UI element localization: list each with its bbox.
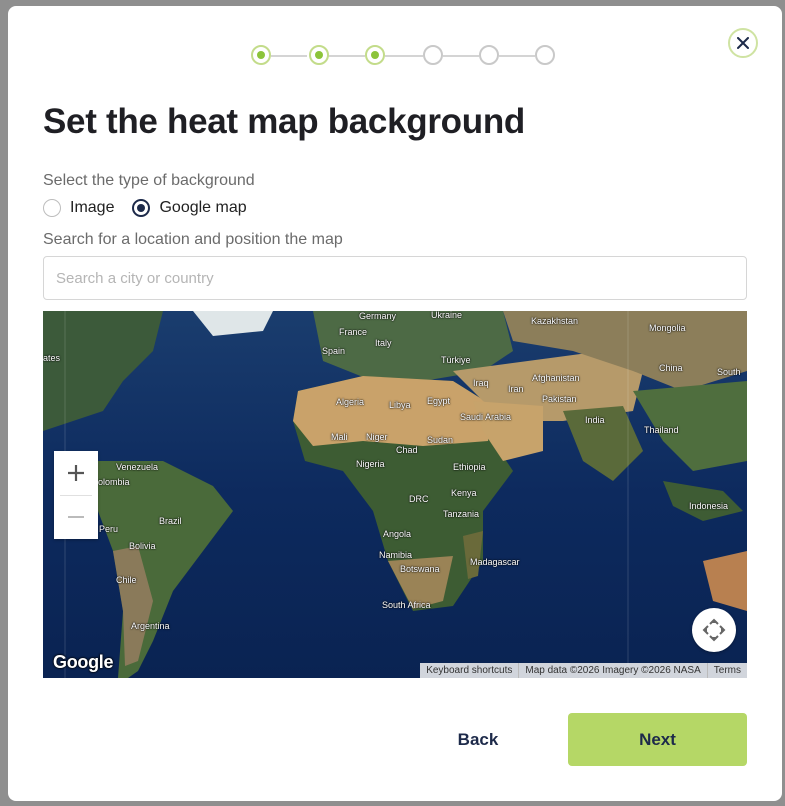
- map-label: Ethiopia: [453, 462, 486, 472]
- map-label: India: [585, 415, 605, 425]
- search-label: Search for a location and position the m…: [43, 231, 343, 248]
- radio-google-map-label[interactable]: Google map: [159, 199, 246, 217]
- zoom-control: [54, 451, 98, 539]
- map-label: Brazil: [159, 516, 182, 526]
- step-connector: [443, 55, 479, 57]
- map-label: Namibia: [379, 550, 413, 560]
- map-label: Venezuela: [116, 462, 159, 472]
- minus-icon: [68, 516, 84, 518]
- map-label: Niger: [366, 432, 388, 442]
- map-label: Argentina: [131, 621, 170, 631]
- close-icon: [737, 37, 749, 49]
- map-label: South: [717, 367, 741, 377]
- step-connector: [385, 55, 423, 57]
- step-3-complete: [365, 45, 385, 65]
- map-label: Chad: [396, 445, 418, 455]
- map-label: Saudi Arabia: [460, 412, 512, 422]
- map-camera-control-button[interactable]: [692, 608, 736, 652]
- radio-image-label[interactable]: Image: [70, 199, 114, 217]
- pan-arrows-icon: [702, 618, 726, 642]
- step-connector: [499, 55, 535, 57]
- map-label: Iran: [508, 384, 524, 394]
- map-label: Angola: [383, 529, 412, 539]
- map-label: Germany: [359, 311, 397, 321]
- back-button[interactable]: Back: [433, 718, 523, 762]
- step-6: [535, 45, 555, 65]
- radio-google-map[interactable]: [132, 199, 151, 217]
- map-label: Mongolia: [649, 323, 686, 333]
- map-label: Peru: [99, 524, 119, 534]
- keyboard-shortcuts-link[interactable]: Keyboard shortcuts: [420, 663, 518, 678]
- map-label: Sudan: [427, 435, 454, 445]
- step-4: [423, 45, 443, 65]
- map-label: Nigeria: [356, 459, 385, 469]
- map-label: Libya: [389, 400, 411, 410]
- map-label: Afghanistan: [532, 373, 580, 383]
- map-label: Botswana: [400, 564, 440, 574]
- step-2-complete: [309, 45, 329, 65]
- map-attribution-bar: Keyboard shortcuts Map data ©2026 Imager…: [420, 663, 747, 678]
- step-1-complete: [251, 45, 271, 65]
- zoom-divider: [60, 495, 92, 496]
- map-label: Chile: [116, 575, 137, 585]
- map-label: China: [659, 363, 683, 373]
- map-label: Egypt: [427, 396, 451, 406]
- step-5: [479, 45, 499, 65]
- map-label: Iraq: [473, 378, 489, 388]
- next-button[interactable]: Next: [568, 713, 747, 766]
- google-logo: Google: [53, 652, 114, 672]
- plus-icon: [68, 465, 84, 481]
- radio-image[interactable]: [43, 199, 61, 217]
- map-label: Bolivia: [129, 541, 156, 551]
- map-label: Ukraine: [431, 311, 463, 320]
- page-title: Set the heat map background: [43, 102, 525, 141]
- map-label: Tanzania: [443, 509, 480, 519]
- map-label: Mali: [331, 432, 348, 442]
- map-label: Indonesia: [689, 501, 729, 511]
- modal-dialog: Set the heat map background Select the t…: [8, 6, 782, 801]
- map-label: France: [339, 327, 368, 337]
- location-search-input[interactable]: [43, 256, 747, 300]
- google-map[interactable]: Germany Ukraine Kazakhstan France Mongol…: [43, 311, 747, 678]
- map-label: Pakistan: [542, 394, 577, 404]
- map-label: olombia: [98, 477, 130, 487]
- map-label: Türkiye: [441, 355, 471, 365]
- progress-stepper: [251, 44, 555, 68]
- map-label: Kazakhstan: [531, 316, 579, 326]
- map-label: Algeria: [336, 397, 365, 407]
- background-type-radio-group: Image Google map: [43, 199, 265, 217]
- map-label: Kenya: [451, 488, 477, 498]
- map-label: Thailand: [644, 425, 679, 435]
- background-type-label: Select the type of background: [43, 172, 255, 189]
- map-label: ates: [43, 353, 61, 363]
- step-connector: [271, 55, 307, 57]
- map-label: South Africa: [382, 600, 431, 610]
- map-label: DRC: [409, 494, 429, 504]
- map-label: Madagascar: [470, 557, 520, 567]
- map-data-credit: Map data ©2026 Imagery ©2026 NASA: [518, 663, 706, 678]
- close-button[interactable]: [728, 28, 758, 58]
- zoom-out-button[interactable]: [54, 495, 98, 539]
- step-connector: [327, 55, 365, 57]
- map-label: Italy: [375, 338, 392, 348]
- zoom-in-button[interactable]: [54, 451, 98, 495]
- terms-link[interactable]: Terms: [706, 663, 747, 678]
- map-label: Spain: [322, 346, 346, 356]
